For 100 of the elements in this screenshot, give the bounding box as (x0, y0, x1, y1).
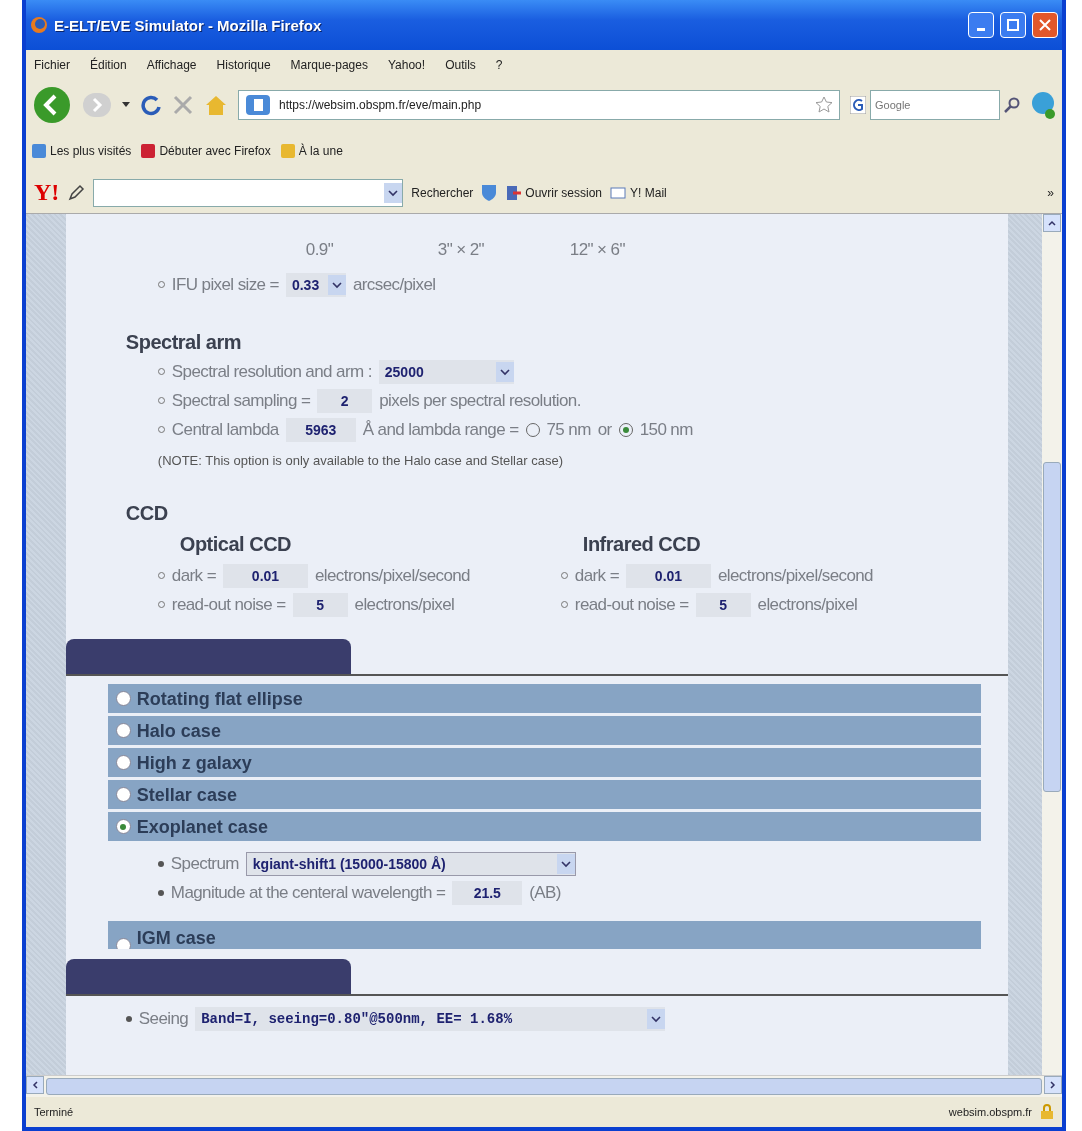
dark-input[interactable]: 0.01 (222, 563, 308, 588)
host-label: websim.obspm.fr (948, 1106, 1032, 1118)
close-button[interactable] (1032, 12, 1058, 38)
size-label: 12" × 6" (569, 240, 626, 260)
unit-label: (AB) (529, 882, 561, 903)
section-heading: Spectral arm (124, 329, 242, 355)
noise-input[interactable]: 5 (292, 592, 348, 617)
column-heading: Optical CCD (178, 532, 293, 557)
maximize-icon (1007, 19, 1019, 31)
bullet-icon (157, 860, 164, 867)
envelope-icon (610, 186, 627, 199)
field-label: Seeing (138, 1009, 189, 1029)
chevron-icon (651, 1015, 662, 1023)
field-label: Spectrum (170, 853, 239, 874)
minimize-button[interactable] (968, 12, 994, 38)
field-label: Magnitude at the centeral wavelength = (170, 882, 446, 903)
radio-button[interactable] (115, 691, 131, 706)
vertical-scrollbar[interactable] (1042, 214, 1062, 1075)
menu-item[interactable]: Yahoo! (387, 58, 426, 72)
stop-button[interactable] (172, 94, 194, 116)
target-option[interactable]: High z galaxy (107, 748, 982, 777)
menu-item[interactable]: Affichage (146, 58, 197, 72)
radio-button[interactable] (115, 723, 131, 738)
search-icon[interactable] (1004, 97, 1020, 113)
option-label: or (597, 419, 612, 440)
toolbar-search-field[interactable] (93, 178, 404, 207)
login-link[interactable]: Ouvrir session (505, 184, 603, 201)
chevron-icon (331, 280, 342, 289)
menu-item[interactable]: Fichier (34, 58, 70, 72)
window-title: E-ELT/EVE Simulator - Mozilla Firefox (54, 16, 323, 34)
target-option[interactable]: Stellar case (107, 780, 982, 809)
scroll-right-button[interactable] (1044, 1076, 1062, 1094)
menu-item[interactable]: Édition (90, 58, 127, 72)
caret-icon[interactable] (122, 102, 130, 108)
firefox-icon (30, 16, 48, 34)
target-option[interactable]: Rotating flat ellipse (107, 684, 982, 713)
field-label: dark = (171, 565, 216, 586)
dark-input[interactable]: 0.01 (625, 563, 711, 588)
target-option[interactable]: Exoplanet case (107, 812, 982, 841)
scroll-left-button[interactable] (26, 1076, 44, 1094)
spectrum-dropdown[interactable]: kgiant-shift1 (15000-15800 Å) (245, 851, 576, 876)
maximize-button[interactable] (1000, 12, 1026, 38)
menu-item[interactable]: Historique (216, 58, 271, 72)
field-label: IFU pixel size = (171, 274, 279, 295)
chevron-icon (388, 188, 399, 197)
note-text: (NOTE: This option is only available to the Halo case and Stellar case) (157, 452, 563, 468)
field-label: dark = (574, 565, 619, 586)
bookmark-icon (280, 144, 295, 158)
lambda-input[interactable]: 5963 (285, 417, 356, 442)
shield-icon[interactable] (481, 183, 498, 202)
unit-label: electrons/pixel/second (717, 565, 873, 586)
forward-button[interactable] (82, 91, 112, 119)
star-icon[interactable] (815, 96, 833, 114)
radio-button[interactable] (115, 755, 131, 770)
door-icon (505, 184, 522, 201)
pixel-size-dropdown[interactable]: 0.33 (285, 272, 346, 297)
overflow-button[interactable]: » (1047, 185, 1054, 200)
menu-item[interactable]: Outils (445, 58, 476, 72)
column-heading: Infrared CCD (581, 532, 702, 557)
seeing-dropdown[interactable]: Band=I, seeing=0.80"@500nm, EE= 1.68% (195, 1007, 666, 1031)
option-label: 75 nm (546, 419, 591, 440)
scroll-up-button[interactable] (1043, 214, 1062, 232)
noise-input[interactable]: 5 (695, 592, 751, 617)
target-option[interactable]: Halo case (107, 716, 982, 745)
size-label: 3" × 2" (437, 240, 485, 260)
radio-button[interactable] (115, 819, 131, 834)
unit-label: electrons/pixel/second (314, 565, 470, 586)
target-option[interactable]: IGM case (107, 921, 982, 949)
bullet-icon (125, 1016, 132, 1022)
back-button[interactable] (32, 85, 72, 125)
search-field[interactable]: Google (870, 90, 1000, 120)
bookmark-link[interactable]: À la une (280, 144, 343, 158)
google-icon[interactable] (850, 96, 866, 114)
radio-button[interactable] (115, 787, 131, 802)
yahoo-logo[interactable]: Y! (34, 179, 60, 206)
unit-label: electrons/pixel (757, 594, 858, 615)
page-icon (245, 94, 271, 116)
reload-button[interactable] (140, 94, 162, 116)
chevron-icon (499, 367, 510, 376)
menu-item[interactable]: ? (495, 58, 503, 72)
radio-button[interactable] (115, 938, 131, 949)
resolution-dropdown[interactable]: 25000 (378, 359, 514, 384)
address-field[interactable]: https://websim.obspm.fr/eve/main.php (238, 90, 840, 120)
menu-item[interactable]: Marque-pages (290, 58, 368, 72)
size-label: 0.9" (305, 240, 335, 260)
bookmark-link[interactable]: Les plus visités (32, 144, 132, 158)
mail-link[interactable]: Y! Mail (610, 185, 667, 200)
search-link[interactable]: Rechercher (411, 185, 474, 200)
sampling-input[interactable]: 2 (317, 388, 373, 413)
field-label: Spectral resolution and arm : (171, 361, 372, 382)
field-label: read-out noise = (171, 594, 286, 615)
pencil-icon[interactable] (67, 183, 86, 202)
option-label: 150 nm (639, 419, 693, 440)
magnitude-input[interactable]: 21.5 (452, 880, 523, 905)
section-heading: CCD (124, 500, 169, 526)
unit-label: Å and lambda range = (362, 419, 519, 440)
horizontal-scrollbar[interactable] (26, 1075, 1062, 1097)
close-icon (1039, 19, 1051, 31)
status-text: Terminé (34, 1106, 74, 1118)
bookmark-link[interactable]: Débuter avec Firefox (141, 144, 271, 158)
